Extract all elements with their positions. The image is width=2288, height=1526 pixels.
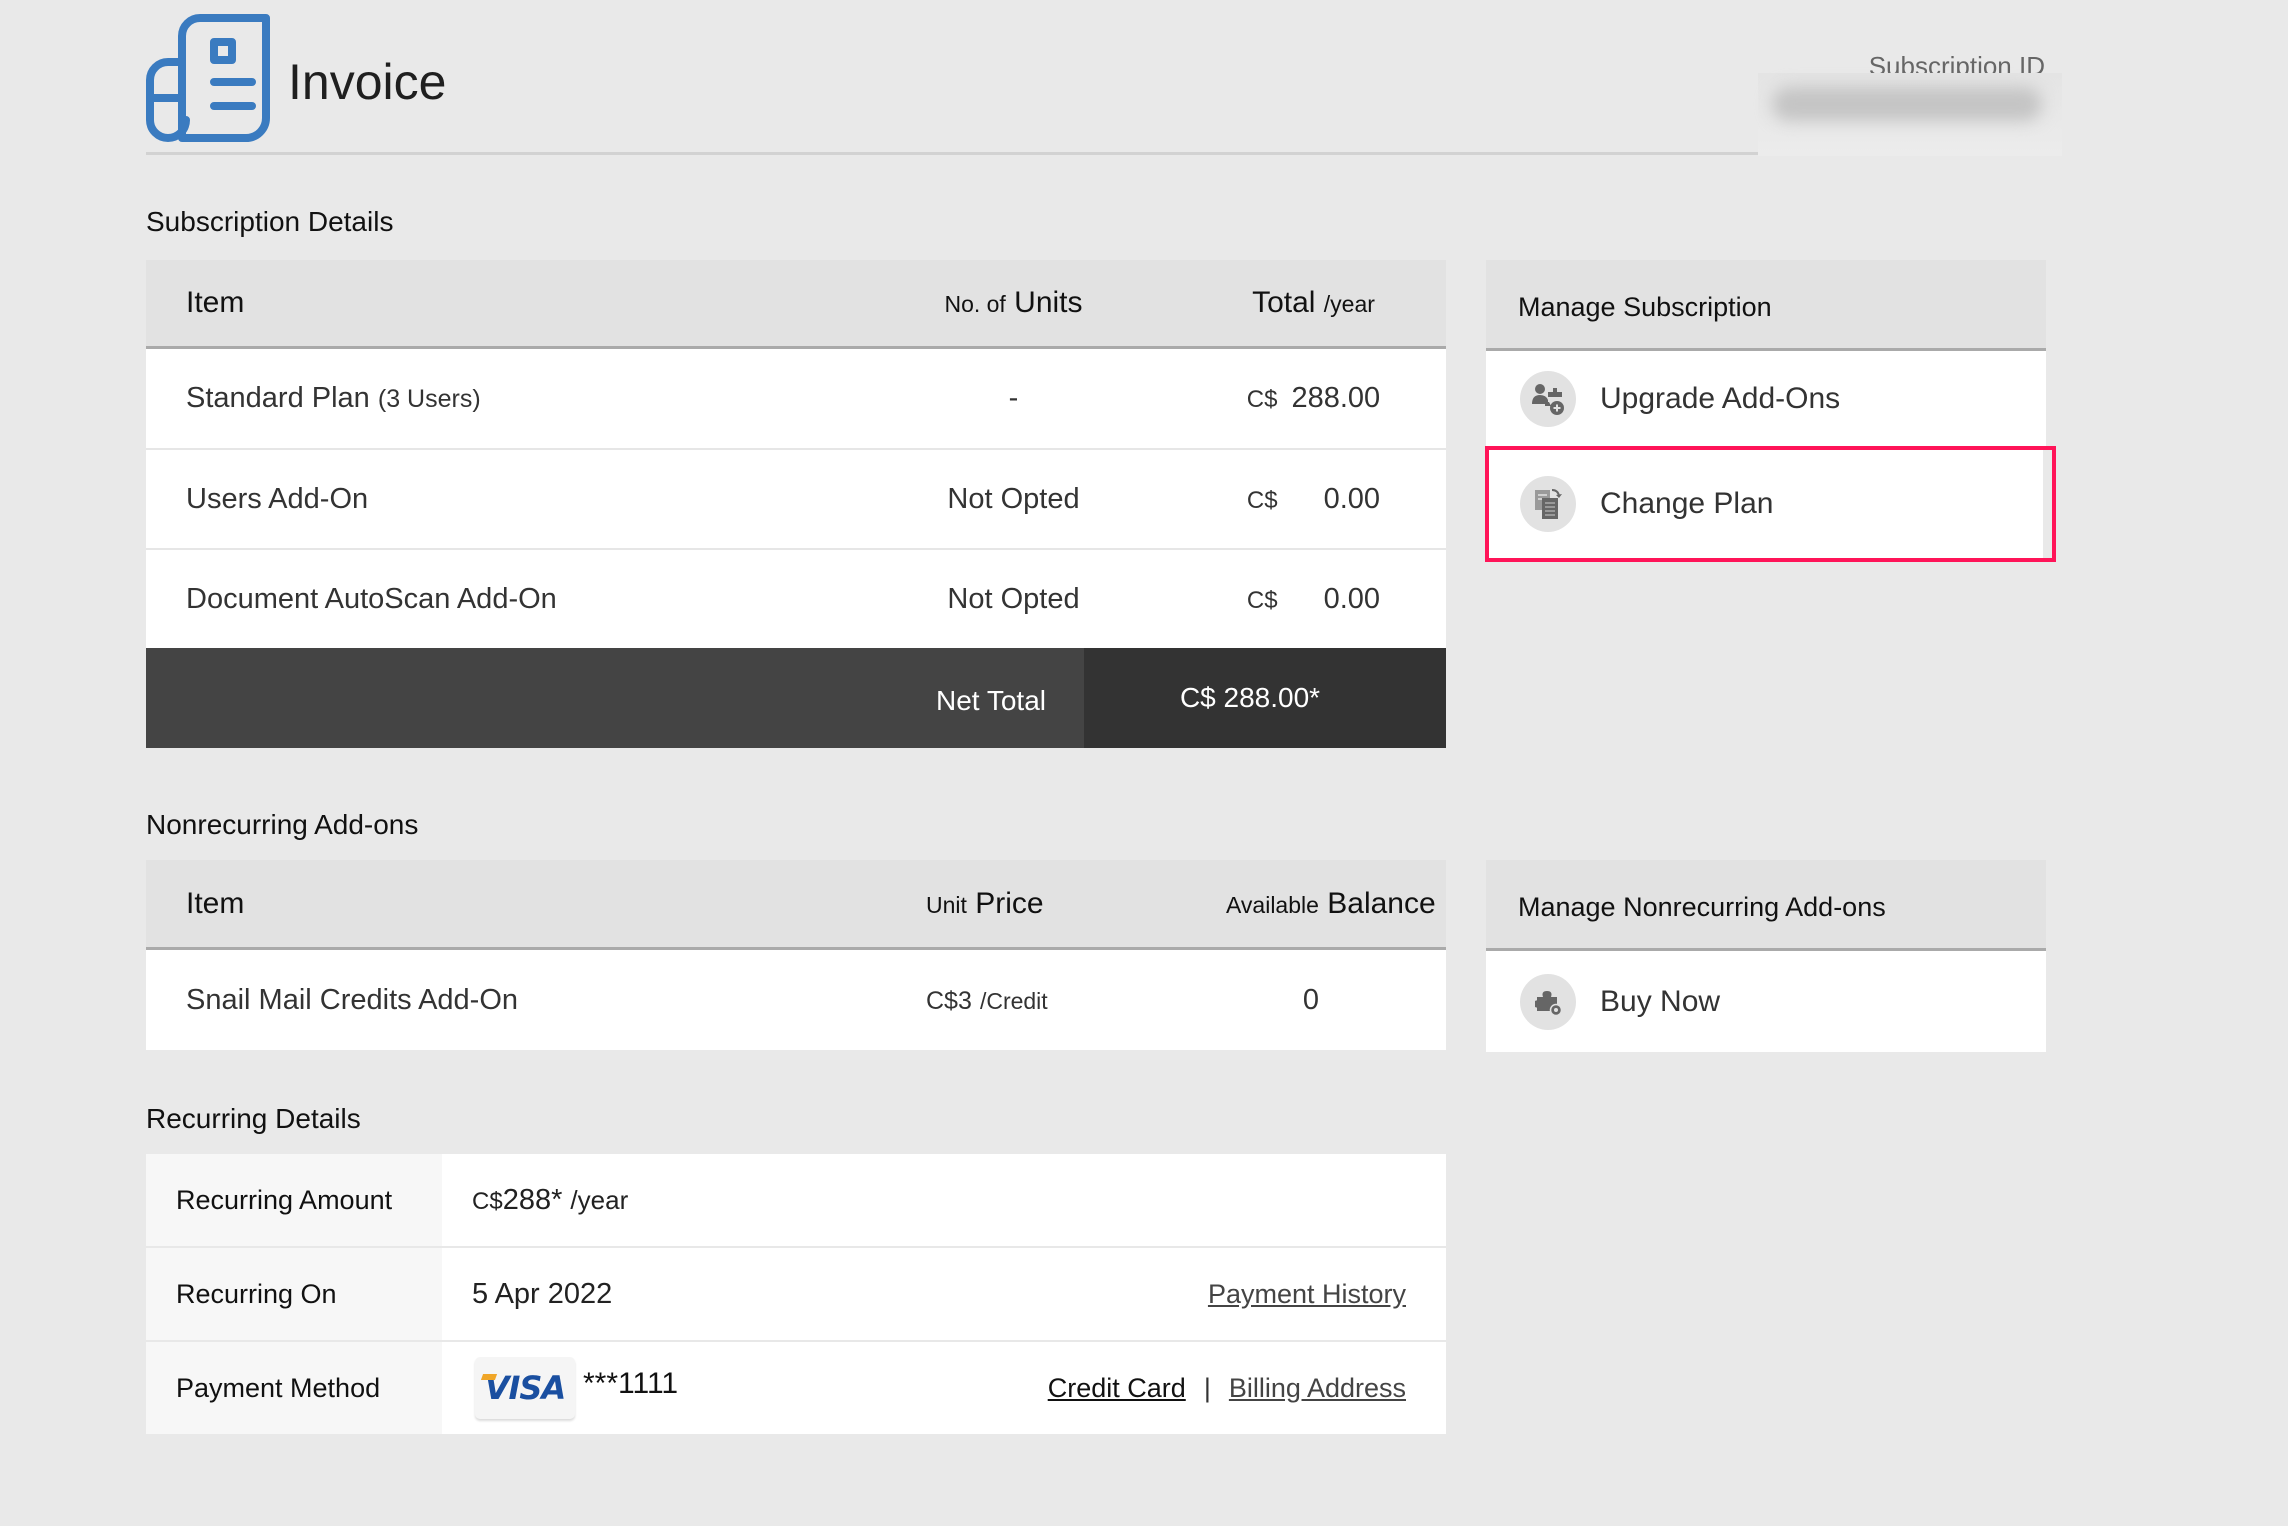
net-total-value: C$ 288.00* [1084,648,1446,748]
table-row: Standard Plan (3 Users) - C$ 288.00 [146,349,1446,450]
item-available-balance: 0 [1302,983,1320,1016]
recurring-on-label: Recurring On [146,1248,442,1340]
item-name: Snail Mail Credits Add-On [186,983,519,1016]
puzzle-addon-icon [1520,973,1576,1030]
visa-card-icon: VISA [475,1357,575,1419]
item-units: Not Opted [947,482,1080,515]
manage-subscription-title: Manage Subscription [1486,260,2046,351]
invoice-icon [146,14,274,142]
nonrecurring-table: Item Unit Price Available Balance Snail … [146,860,1446,1050]
item-note: (3 Users) [377,385,481,413]
recurring-on-date: 5 Apr 2022 [472,1277,613,1310]
subscription-table-header: Item No. of Units Total /year [146,260,1446,349]
item-unit-price: C$3 /Credit [926,986,1048,1015]
payment-method-label: Payment Method [146,1342,442,1434]
item-name: Standard Plan [186,382,370,414]
item-total: C$ 0.00 [1246,482,1381,515]
item-total: C$ 288.00 [1246,382,1381,414]
manage-nonrecurring-title: Manage Nonrecurring Add-ons [1486,860,2046,951]
payment-method-row: Payment Method VISA ***1111 Credit Card … [146,1342,1446,1434]
recurring-amount-label: Recurring Amount [146,1154,442,1246]
payment-history-link[interactable]: Payment History [1208,1279,1406,1310]
manage-subscription-panel: Manage Subscription Upgrade Add-Ons [1486,260,2046,446]
column-header-unit-price: Unit Price [926,886,1044,920]
header-divider [146,152,1758,155]
manage-nonrecurring-panel: Manage Nonrecurring Add-ons Buy Now [1486,860,2046,1052]
item-total: C$ 0.00 [1246,582,1381,615]
column-header-available-balance: Available Balance [1226,886,1436,920]
page-title: Invoice [288,54,447,110]
billing-address-link[interactable]: Billing Address [1229,1373,1406,1403]
card-number-masked: ***1111 [583,1367,679,1400]
recurring-amount-value: C$288* /year [472,1183,629,1216]
column-header-item: Item [186,286,245,319]
recurring-details-heading: Recurring Details [146,1103,361,1134]
recurring-details-table: Recurring Amount C$288* /year Recurring … [146,1154,1446,1434]
recurring-on-row: Recurring On 5 Apr 2022 Payment History [146,1248,1446,1342]
change-plan-button[interactable]: Change Plan [1489,450,2043,558]
link-separator: | [1203,1372,1211,1403]
change-plan-icon [1520,476,1576,532]
column-header-total: Total /year [1252,286,1375,319]
table-row: Snail Mail Credits Add-On C$3 /Credit 0 [146,950,1446,1050]
item-units: - [1008,382,1019,414]
nonrecurring-addons-heading: Nonrecurring Add-ons [146,809,419,840]
net-total-label: Net Total [146,648,1084,748]
net-total-bar: Net Total C$ 288.00* [146,648,1446,748]
subscription-details-heading: Subscription Details [146,206,394,237]
item-name: Document AutoScan Add-On [186,582,557,615]
subscription-table: Item No. of Units Total /year Standard P… [146,260,1446,748]
upgrade-addons-button[interactable]: Upgrade Add-Ons [1486,351,2046,446]
upgrade-addons-label: Upgrade Add-Ons [1600,381,1841,415]
nonrecurring-table-header: Item Unit Price Available Balance [146,860,1446,950]
recurring-amount-row: Recurring Amount C$288* /year [146,1154,1446,1248]
column-header-units: No. of Units [944,286,1083,319]
buy-now-button[interactable]: Buy Now [1486,951,2046,1052]
table-row: Users Add-On Not Opted C$ 0.00 [146,450,1446,550]
item-name: Users Add-On [186,482,369,515]
table-row: Document AutoScan Add-On Not Opted C$ 0.0… [146,550,1446,648]
column-header-item: Item [186,886,245,920]
subscription-id-value-redacted [1758,73,2062,156]
change-plan-label: Change Plan [1600,487,1774,520]
user-addon-icon [1520,370,1576,427]
item-units: Not Opted [947,582,1080,615]
buy-now-label: Buy Now [1600,984,1721,1018]
credit-card-link[interactable]: Credit Card [1048,1373,1186,1403]
